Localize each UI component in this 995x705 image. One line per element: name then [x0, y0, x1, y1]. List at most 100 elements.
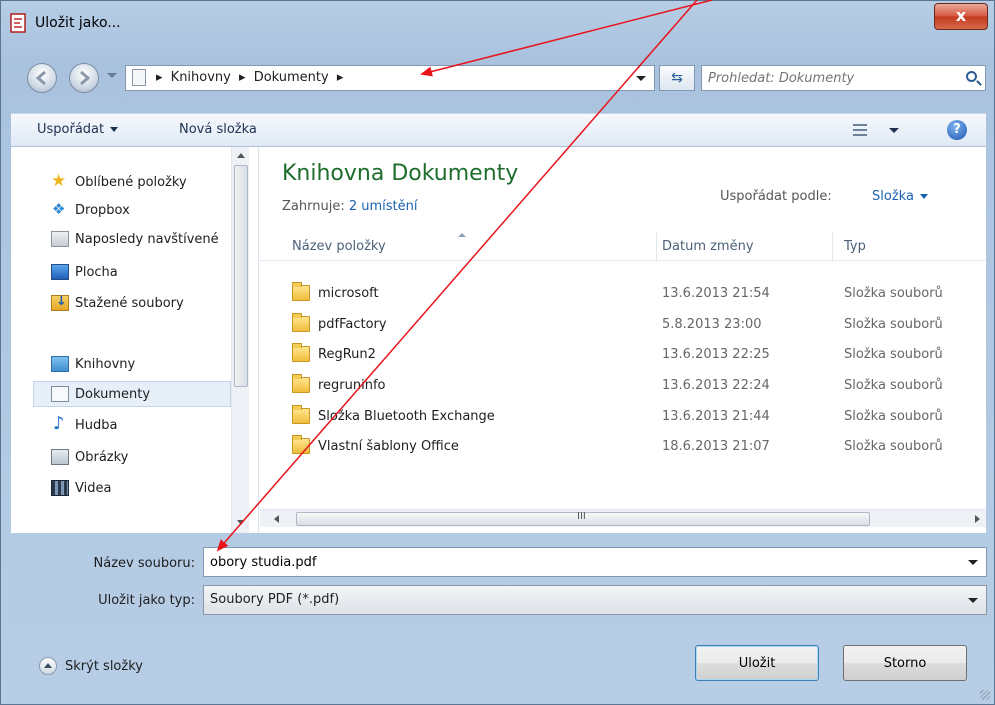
new-folder-button[interactable]: Nová složka — [179, 122, 257, 137]
sidebar-item-label: Stažené soubory — [75, 295, 184, 311]
videos-icon — [51, 480, 69, 496]
view-options-icon[interactable] — [853, 124, 867, 136]
file-date: 13.6.2013 22:24 — [662, 378, 770, 393]
scrollbar-thumb[interactable] — [234, 165, 248, 387]
library-icon — [51, 356, 69, 372]
sidebar-item-desktop[interactable]: Plocha — [51, 259, 229, 285]
filename-combobox[interactable] — [203, 547, 987, 577]
column-date[interactable]: Datum změny — [662, 239, 754, 254]
cancel-button[interactable]: Storno — [843, 645, 967, 681]
includes-label: Zahrnuje: — [282, 199, 345, 214]
address-bar[interactable]: ▸ Knihovny ▸ Dokumenty ▸ — [125, 65, 655, 91]
breadcrumb-separator-icon: ▸ — [239, 70, 246, 85]
breadcrumb-item-libraries[interactable]: Knihovny — [171, 70, 231, 85]
document-icon — [132, 69, 146, 86]
column-name[interactable]: Název položky — [292, 239, 386, 254]
sidebar-item-downloads[interactable]: Stažené soubory — [51, 290, 229, 316]
sidebar-item-pictures[interactable]: Obrázky — [51, 444, 229, 470]
horizontal-scrollbar[interactable]: III — [260, 509, 986, 527]
file-row[interactable]: Složka Bluetooth Exchange 13.6.2013 21:44… — [282, 402, 982, 432]
sidebar-item-label: Naposledy navštívené — [75, 231, 219, 247]
recent-locations-chevron-icon[interactable] — [107, 73, 117, 78]
scrollbar-thumb[interactable]: III — [296, 511, 870, 526]
includes-locations-link[interactable]: 2 umístění — [349, 199, 418, 214]
file-row[interactable]: pdfFactory 5.8.2013 23:00 Složka souborů — [282, 310, 982, 340]
recent-places-icon — [51, 231, 69, 247]
arrange-by-dropdown[interactable]: Složka — [872, 189, 928, 204]
save-button[interactable]: Uložit — [695, 645, 819, 681]
chevron-down-icon[interactable] — [968, 560, 978, 565]
scroll-down-icon[interactable] — [237, 520, 245, 525]
file-name: regruninfo — [318, 378, 386, 393]
scroll-right-icon[interactable] — [975, 515, 980, 523]
arrange-by-label: Uspořádat podle: — [720, 189, 832, 204]
navigation-scrollbar[interactable] — [231, 147, 249, 533]
search-icon[interactable] — [966, 71, 977, 82]
file-date: 5.8.2013 23:00 — [662, 317, 762, 332]
breadcrumb-item-documents[interactable]: Dokumenty — [254, 70, 329, 85]
scroll-up-icon[interactable] — [237, 153, 245, 158]
title-bar[interactable]: Uložit jako... x — [1, 1, 994, 51]
file-type: Složka souborů — [844, 317, 943, 332]
library-title: Knihovna Dokumenty — [282, 161, 519, 186]
file-name: Vlastní šablony Office — [318, 439, 459, 454]
sidebar-item-music[interactable]: Hudba — [51, 412, 229, 438]
filename-field[interactable] — [210, 553, 950, 571]
folder-icon — [292, 313, 310, 332]
search-box[interactable] — [701, 65, 986, 91]
collapse-up-icon — [39, 657, 57, 675]
command-bar: Uspořádat Nová složka ? — [11, 113, 986, 147]
sort-ascending-icon — [458, 233, 466, 237]
file-date: 13.6.2013 22:25 — [662, 347, 770, 362]
file-row[interactable]: Vlastní šablony Office 18.6.2013 21:07 Slo… — [282, 432, 982, 462]
chevron-down-icon[interactable] — [968, 598, 978, 603]
sidebar-item-dropbox[interactable]: Dropbox — [51, 197, 229, 223]
file-row[interactable]: RegRun2 13.6.2013 22:25 Složka souborů — [282, 340, 982, 370]
save-as-type-label: Uložit jako typ: — [98, 593, 195, 608]
file-row[interactable]: regruninfo 13.6.2013 22:24 Složka souborů — [282, 371, 982, 401]
file-date: 13.6.2013 21:54 — [662, 286, 770, 301]
sidebar-item-recent[interactable]: Naposledy navštívené — [51, 226, 229, 252]
organize-button[interactable]: Uspořádat — [37, 122, 119, 137]
sidebar-item-libraries[interactable]: Knihovny — [51, 351, 229, 377]
sidebar-item-documents[interactable]: Dokumenty — [33, 381, 231, 407]
sidebar-item-label: Dokumenty — [75, 386, 151, 402]
sidebar-item-label: Knihovny — [75, 356, 136, 372]
view-dropdown-icon[interactable] — [889, 128, 899, 133]
hide-folders-button[interactable]: Skrýt složky — [39, 657, 143, 675]
downloads-icon — [51, 294, 69, 311]
folder-icon — [292, 374, 310, 393]
back-button[interactable] — [27, 63, 57, 93]
breadcrumb-separator-icon[interactable]: ▸ — [337, 70, 344, 85]
column-divider[interactable] — [832, 231, 833, 261]
refresh-button[interactable]: ⇆ — [659, 65, 695, 91]
filename-label: Název souboru: — [93, 556, 195, 571]
file-name: Složka Bluetooth Exchange — [318, 409, 495, 424]
close-button[interactable]: x — [934, 3, 988, 30]
folder-icon — [292, 282, 310, 301]
address-dropdown-icon[interactable] — [636, 76, 646, 81]
help-icon[interactable]: ? — [947, 120, 967, 140]
file-type: Složka souborů — [844, 409, 943, 424]
breadcrumb: ▸ Knihovny ▸ Dokumenty ▸ — [156, 70, 347, 85]
file-name: microsoft — [318, 286, 379, 301]
sidebar-item-favorites[interactable]: Oblíbené položky — [51, 169, 229, 195]
resize-grip-icon[interactable] — [980, 690, 990, 700]
sidebar-item-label: Hudba — [75, 417, 118, 433]
sidebar-item-label: Dropbox — [75, 202, 130, 218]
save-as-type-select[interactable]: Soubory PDF (*.pdf) — [203, 585, 987, 615]
navigation-bar: ▸ Knihovny ▸ Dokumenty ▸ ⇆ — [1, 57, 994, 97]
scrollbar-grip: III — [577, 511, 586, 522]
sidebar-item-videos[interactable]: Videa — [51, 475, 229, 501]
library-includes: Zahrnuje: 2 umístění — [282, 199, 417, 214]
arrange-by-value: Složka — [872, 189, 914, 204]
search-input[interactable] — [708, 69, 958, 87]
file-row[interactable]: microsoft 13.6.2013 21:54 Složka souborů — [282, 279, 982, 309]
column-type[interactable]: Typ — [844, 239, 866, 254]
pictures-icon — [51, 449, 69, 465]
forward-button[interactable] — [69, 63, 99, 93]
scroll-left-icon[interactable] — [274, 515, 279, 523]
dialog-body: Oblíbené položky Dropbox Naposledy navšt… — [11, 147, 986, 533]
column-divider[interactable] — [656, 231, 657, 261]
arrow-right-icon — [80, 70, 91, 86]
